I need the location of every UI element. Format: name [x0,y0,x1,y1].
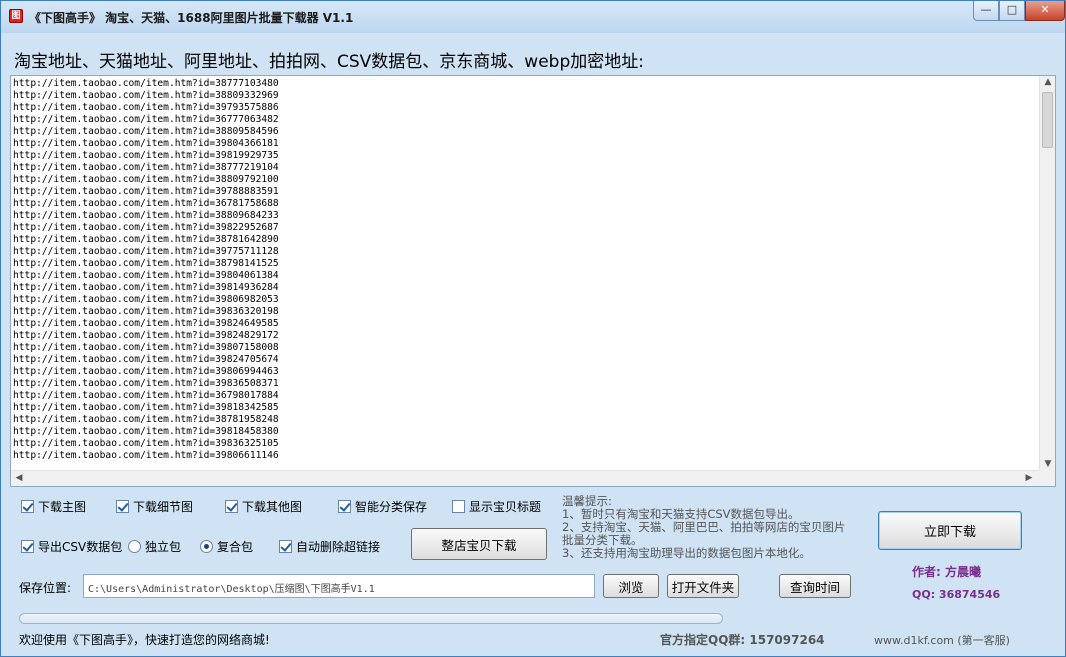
radio-single-label: 独立包 [145,540,182,554]
maximize-button[interactable]: □ [999,1,1025,21]
url-line: http://item.taobao.com/item.htm?id=39824… [13,330,279,341]
url-line: http://item.taobao.com/item.htm?id=39836… [13,438,279,449]
url-line: http://item.taobao.com/item.htm?id=38809… [13,90,279,101]
download-main-checkbox[interactable]: 下载主图 [21,498,86,515]
browse-button[interactable]: 浏览 [603,574,659,598]
url-line: http://item.taobao.com/item.htm?id=39824… [13,318,279,329]
url-line: http://item.taobao.com/item.htm?id=38809… [13,126,279,137]
scroll-thumb[interactable] [1042,92,1053,148]
window-title: 《下图高手》 淘宝、天猫、1688阿里图片批量下载器 V1.1 [29,11,354,25]
download-detail-checkbox[interactable]: 下载细节图 [116,498,193,515]
scroll-down-icon[interactable]: ▼ [1040,459,1056,469]
smart-sort-label: 智能分类保存 [355,500,428,514]
download-main-label: 下载主图 [38,500,87,514]
url-textarea[interactable]: http://item.taobao.com/item.htm?id=38777… [10,75,1056,487]
checkbox-box[interactable] [338,500,351,513]
url-line: http://item.taobao.com/item.htm?id=39806… [13,294,279,305]
url-line: http://item.taobao.com/item.htm?id=36798… [13,390,279,401]
download-now-button[interactable]: 立即下载 [878,511,1022,550]
url-line: http://item.taobao.com/item.htm?id=38781… [13,414,279,425]
url-line: http://item.taobao.com/item.htm?id=36781… [13,198,279,209]
horizontal-scrollbar[interactable]: ◀ ▶ [11,470,1055,486]
title-bar[interactable]: 图 《下图高手》 淘宝、天猫、1688阿里图片批量下载器 V1.1 — □ ✕ [1,1,1065,33]
qq-group-text: 官方指定QQ群: 157097264 [660,633,825,647]
scroll-right-icon[interactable]: ▶ [1021,473,1037,483]
download-progress-bar [19,613,723,624]
export-csv-label: 导出CSV数据包 [38,540,123,554]
vertical-scrollbar[interactable]: ▲ ▼ [1039,76,1055,470]
url-line: http://item.taobao.com/item.htm?id=39819… [13,150,279,161]
radio-circle[interactable] [128,540,141,553]
radio-circle[interactable] [200,540,213,553]
auto-delete-link-checkbox[interactable]: 自动删除超链接 [279,538,380,555]
author-qq: QQ: 36874546 [912,588,1001,601]
close-button[interactable]: ✕ [1025,1,1065,21]
url-line: http://item.taobao.com/item.htm?id=39775… [13,246,279,257]
minimize-button[interactable]: — [973,1,999,21]
checkbox-box[interactable] [21,540,34,553]
url-line: http://item.taobao.com/item.htm?id=39824… [13,354,279,365]
url-line: http://item.taobao.com/item.htm?id=39836… [13,306,279,317]
url-section-label: 淘宝地址、天猫地址、阿里地址、拍拍网、CSV数据包、京东商城、webp加密地址: [14,52,644,72]
url-line: http://item.taobao.com/item.htm?id=38777… [13,78,279,89]
url-line: http://item.taobao.com/item.htm?id=39806… [13,366,279,377]
smart-sort-checkbox[interactable]: 智能分类保存 [338,498,427,515]
url-line: http://item.taobao.com/item.htm?id=39804… [13,270,279,281]
export-csv-checkbox[interactable]: 导出CSV数据包 [21,538,122,555]
scroll-up-icon[interactable]: ▲ [1040,77,1056,87]
author-name: 作者: 方晨曦 [912,565,981,579]
download-detail-label: 下载细节图 [133,500,194,514]
tips-line: 3、还支持用淘宝助理导出的数据包图片本地化。 [562,546,811,560]
checkbox-box[interactable] [225,500,238,513]
open-folder-button[interactable]: 打开文件夹 [667,574,739,598]
save-location-label: 保存位置: [19,581,72,595]
url-line: http://item.taobao.com/item.htm?id=39836… [13,378,279,389]
url-line: http://item.taobao.com/item.htm?id=39793… [13,102,279,113]
save-path-input[interactable]: C:\Users\Administrator\Desktop\压缩图\下图高手V… [83,574,595,598]
website-link[interactable]: www.d1kf.com (第一客服) [874,632,1010,648]
url-line: http://item.taobao.com/item.htm?id=38781… [13,234,279,245]
show-title-label: 显示宝贝标题 [469,500,542,514]
download-other-label: 下载其他图 [242,500,303,514]
scroll-corner [1039,470,1055,486]
checkbox-box[interactable] [452,500,465,513]
url-line: http://item.taobao.com/item.htm?id=39804… [13,138,279,149]
url-line: http://item.taobao.com/item.htm?id=39818… [13,426,279,437]
auto-delete-label: 自动删除超链接 [296,540,381,554]
checkbox-box[interactable] [21,500,34,513]
radio-combined-label: 复合包 [217,540,254,554]
checkbox-box[interactable] [279,540,292,553]
radio-single-package[interactable]: 独立包 [128,538,181,555]
url-line: http://item.taobao.com/item.htm?id=39818… [13,402,279,413]
query-time-button[interactable]: 查询时间 [779,574,851,598]
url-line: http://item.taobao.com/item.htm?id=39814… [13,282,279,293]
url-line: http://item.taobao.com/item.htm?id=38809… [13,174,279,185]
url-line: http://item.taobao.com/item.htm?id=39807… [13,342,279,353]
scroll-left-icon[interactable]: ◀ [11,473,27,483]
url-line: http://item.taobao.com/item.htm?id=38798… [13,258,279,269]
radio-combined-package[interactable]: 复合包 [200,538,253,555]
checkbox-box[interactable] [116,500,129,513]
url-line: http://item.taobao.com/item.htm?id=38809… [13,210,279,221]
whole-shop-download-button[interactable]: 整店宝贝下载 [411,528,547,560]
url-line: http://item.taobao.com/item.htm?id=39788… [13,186,279,197]
app-logo-icon: 图 [9,9,23,23]
download-other-checkbox[interactable]: 下载其他图 [225,498,302,515]
url-line: http://item.taobao.com/item.htm?id=36777… [13,114,279,125]
tips-panel: 温馨提示: 1、暂时只有淘宝和天猫支持CSV数据包导出。 2、支持淘宝、天猫、阿… [562,495,862,560]
app-window: 图 《下图高手》 淘宝、天猫、1688阿里图片批量下载器 V1.1 — □ ✕ … [0,0,1066,657]
url-list[interactable]: http://item.taobao.com/item.htm?id=38777… [13,78,1039,468]
url-line: http://item.taobao.com/item.htm?id=39806… [13,450,279,461]
url-line: http://item.taobao.com/item.htm?id=39822… [13,222,279,233]
url-line: http://item.taobao.com/item.htm?id=38777… [13,162,279,173]
welcome-message: 欢迎使用《下图高手》，快速打造您的网络商城! [19,633,270,647]
show-title-checkbox[interactable]: 显示宝贝标题 [452,498,541,515]
